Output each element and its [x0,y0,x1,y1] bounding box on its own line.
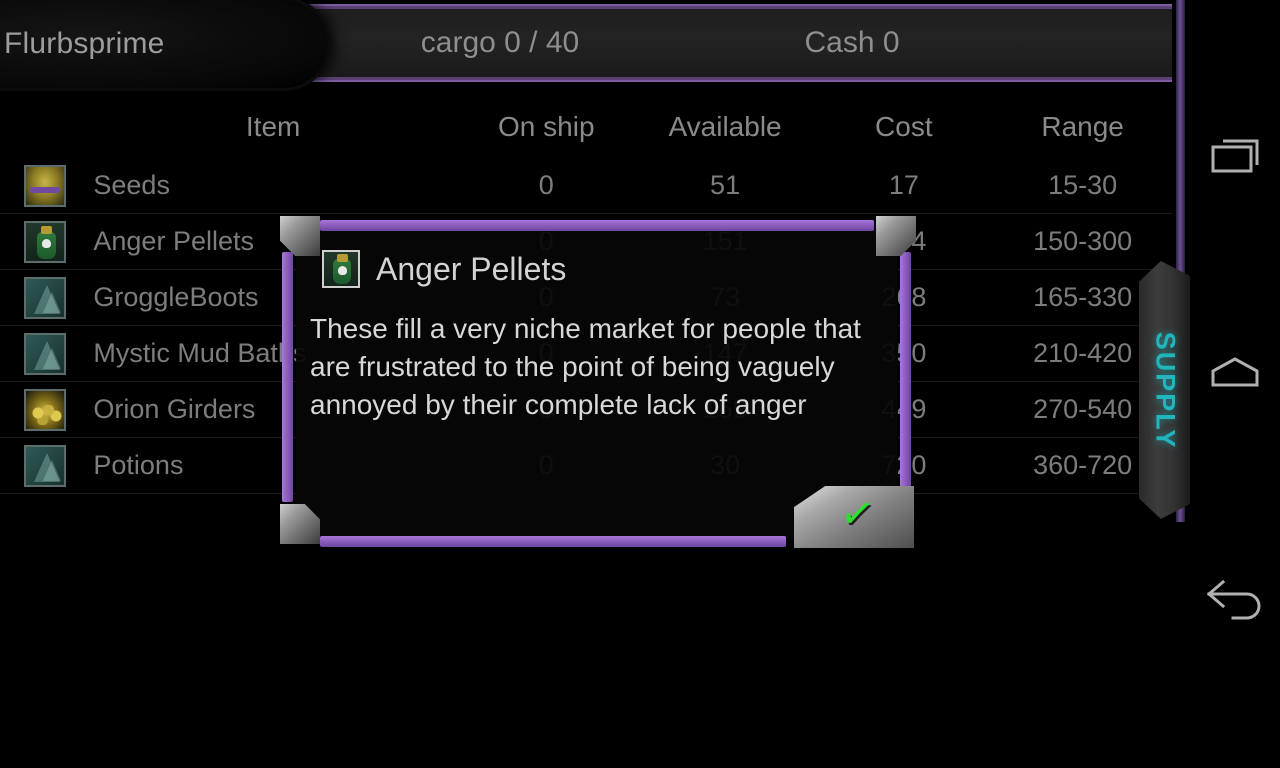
recents-button[interactable] [1190,110,1280,200]
player-name-label: Flurbsprime [4,27,165,60]
player-name-badge: Flurbsprime [0,0,328,88]
row-icon-cell [0,164,89,207]
potions-icon [23,444,66,487]
column-range: Range [1041,111,1124,142]
dialog-description: These fill a very niche market for peopl… [310,313,861,420]
row-icon-cell [0,276,89,319]
checkmark-icon: ✓ [837,487,879,540]
dialog-corner-top-left [280,216,320,256]
item-info-dialog: Anger Pellets These fill a very niche ma… [278,208,916,553]
dialog-corner-top-right [876,216,916,256]
item-name: Seeds [93,170,170,200]
supply-tab-label: SUPPLY [1150,331,1181,449]
game-screen: cargo 0 / 40 Cash 0 Flurbsprime Item On … [0,0,1280,768]
table-header-row: Item On ship Available Cost Range [0,96,1172,158]
anger-pellets-icon [322,250,360,288]
cash-readout: Cash 0 [804,26,900,59]
recents-icon [1211,139,1259,173]
seeds-icon [23,164,66,207]
anger-pellets-icon [23,220,66,263]
range-value: 15-30 [1048,170,1118,200]
home-icon [1211,357,1259,387]
dialog-title-row: Anger Pellets [322,250,566,288]
row-icon-cell [0,220,89,263]
status-header: cargo 0 / 40 Cash 0 Flurbsprime [0,0,1172,88]
table-row[interactable]: Seeds 0 51 17 15-30 [0,158,1172,214]
supply-tab[interactable]: SUPPLY [1139,261,1191,519]
android-navigation-bar [1190,0,1280,768]
on-ship-value: 0 [538,170,554,200]
column-available: Available [668,111,782,142]
dialog-frame-top [320,220,874,231]
confirm-button[interactable]: ✓ [794,486,914,548]
row-icon-cell [0,388,89,431]
groggleboots-icon [23,276,66,319]
dialog-title: Anger Pellets [376,250,567,287]
range-value: 150-300 [1033,226,1133,256]
back-button[interactable] [1190,555,1280,645]
row-icon-cell [0,332,89,375]
dialog-frame-bottom [320,536,786,547]
cost-value: 17 [888,170,919,200]
available-value: 51 [710,170,741,200]
home-button[interactable] [1190,330,1280,420]
row-icon-cell [0,444,89,487]
dialog-frame-right [900,252,911,502]
column-item: Item [245,111,301,142]
mystic-mud-icon [23,332,66,375]
column-on-ship: On ship [498,111,595,142]
back-icon [1206,579,1261,620]
orion-girders-icon [23,388,66,431]
cargo-readout: cargo 0 / 40 [420,26,580,59]
dialog-frame-left [282,252,293,502]
column-cost: Cost [875,111,933,142]
